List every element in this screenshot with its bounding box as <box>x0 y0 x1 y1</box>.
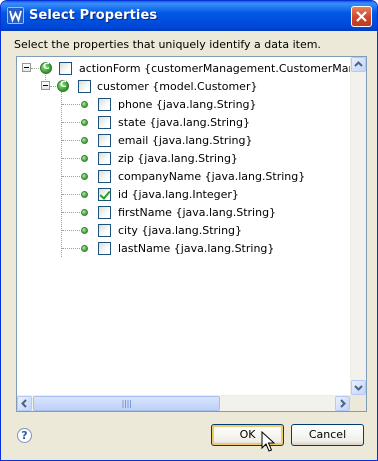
chevron-down-icon <box>354 385 363 391</box>
tree-item-firstname[interactable]: firstName {java.lang.String} <box>118 206 276 219</box>
cancel-button[interactable]: Cancel <box>291 424 364 446</box>
checkbox-zip[interactable] <box>98 152 111 165</box>
close-button[interactable] <box>351 6 372 27</box>
horizontal-scrollbar[interactable] <box>17 395 350 411</box>
window-title: Select Properties <box>29 8 158 23</box>
checkbox-city[interactable] <box>98 224 111 237</box>
chevron-up-icon <box>354 61 363 67</box>
checkbox-actionform[interactable] <box>59 62 72 75</box>
dialog-body: Select the properties that uniquely iden… <box>4 31 374 459</box>
tree-item-city[interactable]: city {java.lang.String} <box>118 224 242 237</box>
tree-connector <box>61 91 62 257</box>
tree-item-actionform[interactable]: actionForm {customerManagement.CustomerM… <box>79 62 366 75</box>
checkbox-id[interactable] <box>98 188 111 201</box>
vertical-scrollbar[interactable] <box>350 57 366 395</box>
collapse-toggle-root[interactable] <box>22 63 31 72</box>
checkbox-customer[interactable] <box>78 80 91 93</box>
close-icon <box>356 11 367 22</box>
scroll-corner <box>350 395 366 411</box>
checkbox-firstname[interactable] <box>98 206 111 219</box>
tree-item-customer[interactable]: customer {model.Customer} <box>97 80 257 93</box>
tree-item-companyname[interactable]: companyName {java.lang.String} <box>118 170 305 183</box>
tree-item-phone[interactable]: phone {java.lang.String} <box>118 98 257 111</box>
tree-connector <box>62 248 80 249</box>
tree-connector <box>62 140 80 141</box>
field-icon <box>81 155 88 162</box>
checkbox-state[interactable] <box>98 116 111 129</box>
horizontal-scroll-thumb[interactable] <box>33 396 220 411</box>
mouse-cursor-icon <box>261 431 275 452</box>
scroll-left-button[interactable] <box>17 396 32 411</box>
grip-icon <box>122 400 131 408</box>
tree-connector <box>62 158 80 159</box>
field-icon <box>81 173 88 180</box>
class-icon: C <box>57 80 69 92</box>
scroll-down-button[interactable] <box>351 380 366 395</box>
tree-item-zip[interactable]: zip {java.lang.String} <box>118 152 238 165</box>
field-icon <box>81 227 88 234</box>
tree-connector <box>62 194 80 195</box>
checkbox-companyname[interactable] <box>98 170 111 183</box>
scroll-up-button[interactable] <box>351 57 366 72</box>
field-icon <box>81 119 88 126</box>
field-icon <box>81 191 88 198</box>
field-icon <box>81 101 88 108</box>
help-icon[interactable]: ? <box>17 428 32 443</box>
tree-connector <box>62 104 80 105</box>
field-icon <box>81 137 88 144</box>
tree-connector <box>62 230 80 231</box>
instruction-text: Select the properties that uniquely iden… <box>14 38 321 51</box>
chevron-left-icon <box>21 399 27 408</box>
tree-connector <box>62 176 80 177</box>
eclipse-w-icon <box>7 7 24 24</box>
tree-item-lastname[interactable]: lastName {java.lang.String} <box>118 242 274 255</box>
tree-item-state[interactable]: state {java.lang.String} <box>118 116 250 129</box>
dialog-window: Select Properties Select the properties … <box>0 0 378 461</box>
collapse-toggle-customer[interactable] <box>41 81 50 90</box>
tree-item-email[interactable]: email {java.lang.String} <box>118 134 252 147</box>
checkbox-email[interactable] <box>98 134 111 147</box>
properties-tree[interactable]: C actionForm {customerManagement.Custome… <box>16 56 367 412</box>
chevron-right-icon <box>340 399 346 408</box>
title-bar[interactable]: Select Properties <box>1 1 377 31</box>
field-icon <box>81 245 88 252</box>
checkbox-lastname[interactable] <box>98 242 111 255</box>
tree-connector <box>31 68 39 69</box>
tree-connector <box>62 212 80 213</box>
class-icon: C <box>40 62 52 74</box>
scroll-right-button[interactable] <box>335 396 350 411</box>
tree-connector <box>50 86 56 87</box>
field-icon <box>81 209 88 216</box>
checkbox-phone[interactable] <box>98 98 111 111</box>
tree-connector <box>62 122 80 123</box>
tree-item-id[interactable]: id {java.lang.Integer} <box>118 188 239 201</box>
